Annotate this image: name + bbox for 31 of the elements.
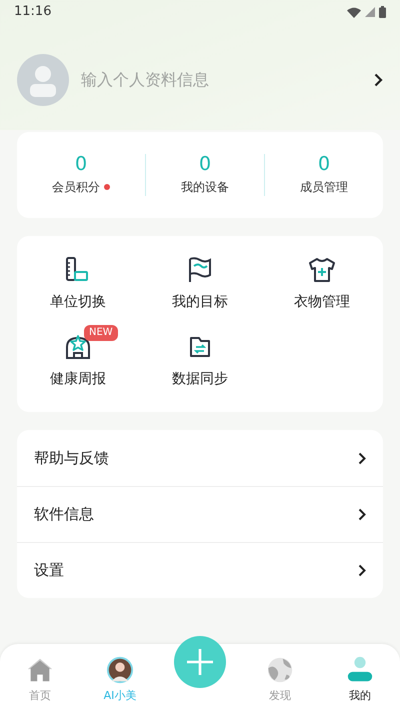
stat-label[interactable]: 会员积分 bbox=[52, 178, 100, 196]
chevron-right-icon[interactable] bbox=[374, 73, 383, 87]
stat-label[interactable]: 我的设备 bbox=[181, 178, 229, 196]
plus-icon bbox=[185, 647, 215, 677]
house-star-icon[interactable] bbox=[64, 333, 92, 361]
shirt-icon[interactable] bbox=[308, 256, 336, 284]
signal-icon bbox=[365, 7, 375, 17]
battery-icon bbox=[379, 6, 386, 18]
status-time: 11:16 bbox=[14, 3, 52, 22]
stat-label[interactable]: 成员管理 bbox=[300, 178, 348, 196]
menu-item[interactable]: 设置 bbox=[34, 559, 64, 582]
stat-value: 0 bbox=[74, 154, 88, 174]
chevron-right-icon[interactable] bbox=[358, 508, 366, 521]
notification-dot bbox=[104, 184, 110, 190]
menu-item[interactable]: 帮助与反馈 bbox=[34, 446, 109, 470]
nav-tab[interactable]: 我的 bbox=[320, 644, 400, 712]
menu-item[interactable]: 软件信息 bbox=[34, 503, 94, 526]
avatar-icon bbox=[106, 656, 134, 684]
feature-label[interactable]: 单位切换 bbox=[50, 292, 106, 313]
wifi-icon bbox=[347, 6, 361, 18]
feature-label[interactable]: 我的目标 bbox=[172, 292, 228, 313]
globe-icon bbox=[266, 656, 294, 684]
stat-value: 0 bbox=[198, 154, 212, 174]
feature-label[interactable]: 衣物管理 bbox=[294, 292, 350, 313]
chevron-right-icon[interactable] bbox=[358, 452, 366, 464]
stat-value: 0 bbox=[318, 154, 330, 174]
new-badge: NEW bbox=[84, 325, 118, 341]
feature-label[interactable]: 健康周报 bbox=[50, 369, 106, 390]
feature-label[interactable]: 数据同步 bbox=[172, 369, 228, 390]
chevron-right-icon[interactable] bbox=[358, 564, 366, 577]
person-icon bbox=[346, 656, 374, 684]
